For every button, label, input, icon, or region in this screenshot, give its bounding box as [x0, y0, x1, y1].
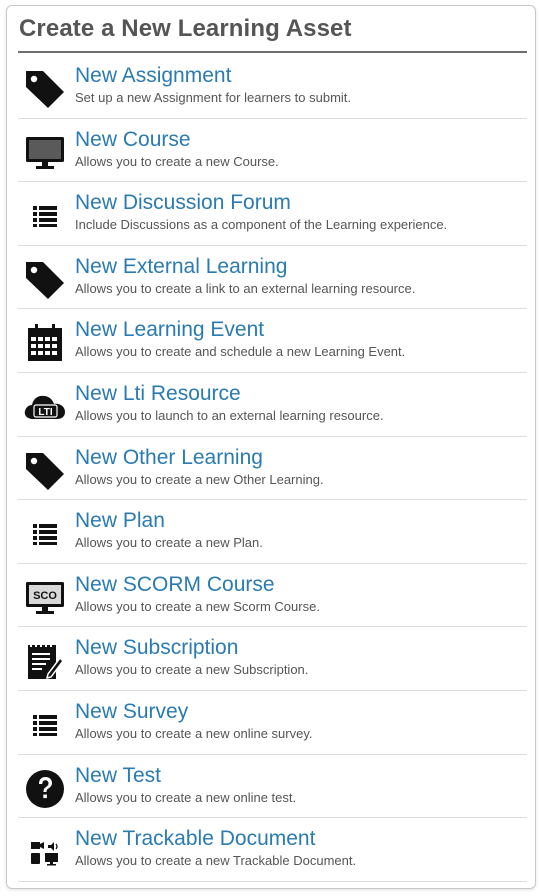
asset-item-title[interactable]: New SCORM Course [75, 573, 275, 597]
asset-item-description: Include Discussions as a component of th… [75, 217, 448, 233]
asset-item-new-survey[interactable]: New Survey Allows you to create a new onl… [18, 691, 527, 755]
asset-item-description: Allows you to create a new online survey… [75, 725, 313, 741]
asset-item-title[interactable]: New Test [75, 764, 161, 788]
asset-item-description: Allows you to create a new Trackable Doc… [75, 853, 357, 869]
asset-item-description: Allows you to launch to an external lear… [75, 407, 384, 423]
asset-item-description: Allows you to create a link to an extern… [75, 280, 416, 296]
tag-icon[interactable] [22, 448, 68, 494]
asset-item-new-trackable-document[interactable]: New Trackable Document Allows you to crea… [18, 818, 527, 882]
asset-item-description: Allows you to create a new Plan. [75, 535, 263, 551]
create-asset-panel: Create a New Learning Asset New Assignme… [6, 5, 536, 889]
asset-item-title[interactable]: New Learning Event [75, 318, 264, 342]
media-devices-icon[interactable] [22, 829, 68, 875]
asset-item-description: Allows you to create a new online test. [75, 789, 297, 805]
asset-item-title[interactable]: New Assignment [75, 64, 231, 88]
lti-cloud-icon[interactable]: LTI [22, 384, 68, 430]
asset-item-new-lti-resource[interactable]: LTI New Lti Resource Allows you to launch … [18, 373, 527, 437]
tag-icon[interactable] [22, 257, 68, 303]
notepad-pencil-icon[interactable] [22, 638, 68, 684]
asset-item-new-learning-event[interactable]: New Learning Event Allows you to create a… [18, 309, 527, 373]
monitor-icon[interactable] [22, 130, 68, 176]
asset-item-title[interactable]: New Course [75, 128, 191, 152]
asset-item-description: Allows you to create a new Subscription. [75, 662, 309, 678]
list-icon[interactable] [22, 702, 68, 748]
scorm-monitor-icon[interactable]: SCO [22, 575, 68, 621]
asset-item-new-external-learning[interactable]: New External Learning Allows you to creat… [18, 246, 527, 310]
asset-item-description: Set up a new Assignment for learners to … [75, 90, 352, 105]
asset-item-description: Allows you to create a new Other Learnin… [75, 471, 324, 487]
asset-item-new-test[interactable]: New Test Allows you to create a new onlin… [18, 755, 527, 819]
asset-item-description: Allows you to create and schedule a new … [75, 344, 406, 360]
asset-item-new-other-learning[interactable]: New Other Learning Allows you to create a… [18, 437, 527, 501]
svg-text:LTI: LTI [38, 407, 52, 418]
asset-item-description: Allows you to create a new Scorm Course. [75, 598, 320, 614]
asset-item-title[interactable]: New Subscription [75, 636, 238, 660]
asset-item-title[interactable]: New Discussion Forum [75, 191, 291, 215]
question-circle-icon[interactable] [22, 766, 68, 812]
panel-header: Create a New Learning Asset [18, 6, 527, 53]
asset-item-title[interactable]: New Plan [75, 509, 165, 533]
asset-item-title[interactable]: New Other Learning [75, 446, 263, 470]
asset-item-new-plan[interactable]: New Plan Allows you to create a new Plan. [18, 500, 527, 564]
tag-icon[interactable] [22, 66, 68, 112]
svg-text:SCO: SCO [33, 590, 57, 602]
asset-item-new-course[interactable]: New Course Allows you to create a new Cou… [18, 119, 527, 183]
list-icon[interactable] [22, 511, 68, 557]
asset-item-new-scorm-course[interactable]: SCO New SCORM Course Allows you to create … [18, 564, 527, 628]
asset-item-new-subscription[interactable]: New Subscription Allows you to create a n… [18, 627, 527, 691]
page-title: Create a New Learning Asset [19, 15, 352, 42]
asset-type-list: New Assignment Set up a new Assignment fo… [18, 55, 527, 882]
asset-item-description: Allows you to create a new Course. [75, 153, 279, 169]
asset-item-title[interactable]: New External Learning [75, 255, 287, 279]
calendar-icon[interactable] [22, 320, 68, 366]
asset-item-title[interactable]: New Survey [75, 700, 188, 724]
asset-item-new-discussion-forum[interactable]: New Discussion Forum Include Discussions … [18, 182, 527, 246]
asset-item-title[interactable]: New Lti Resource [75, 382, 241, 406]
asset-item-new-assignment[interactable]: New Assignment Set up a new Assignment fo… [18, 55, 527, 119]
list-icon[interactable] [22, 193, 68, 239]
asset-item-title[interactable]: New Trackable Document [75, 827, 315, 851]
